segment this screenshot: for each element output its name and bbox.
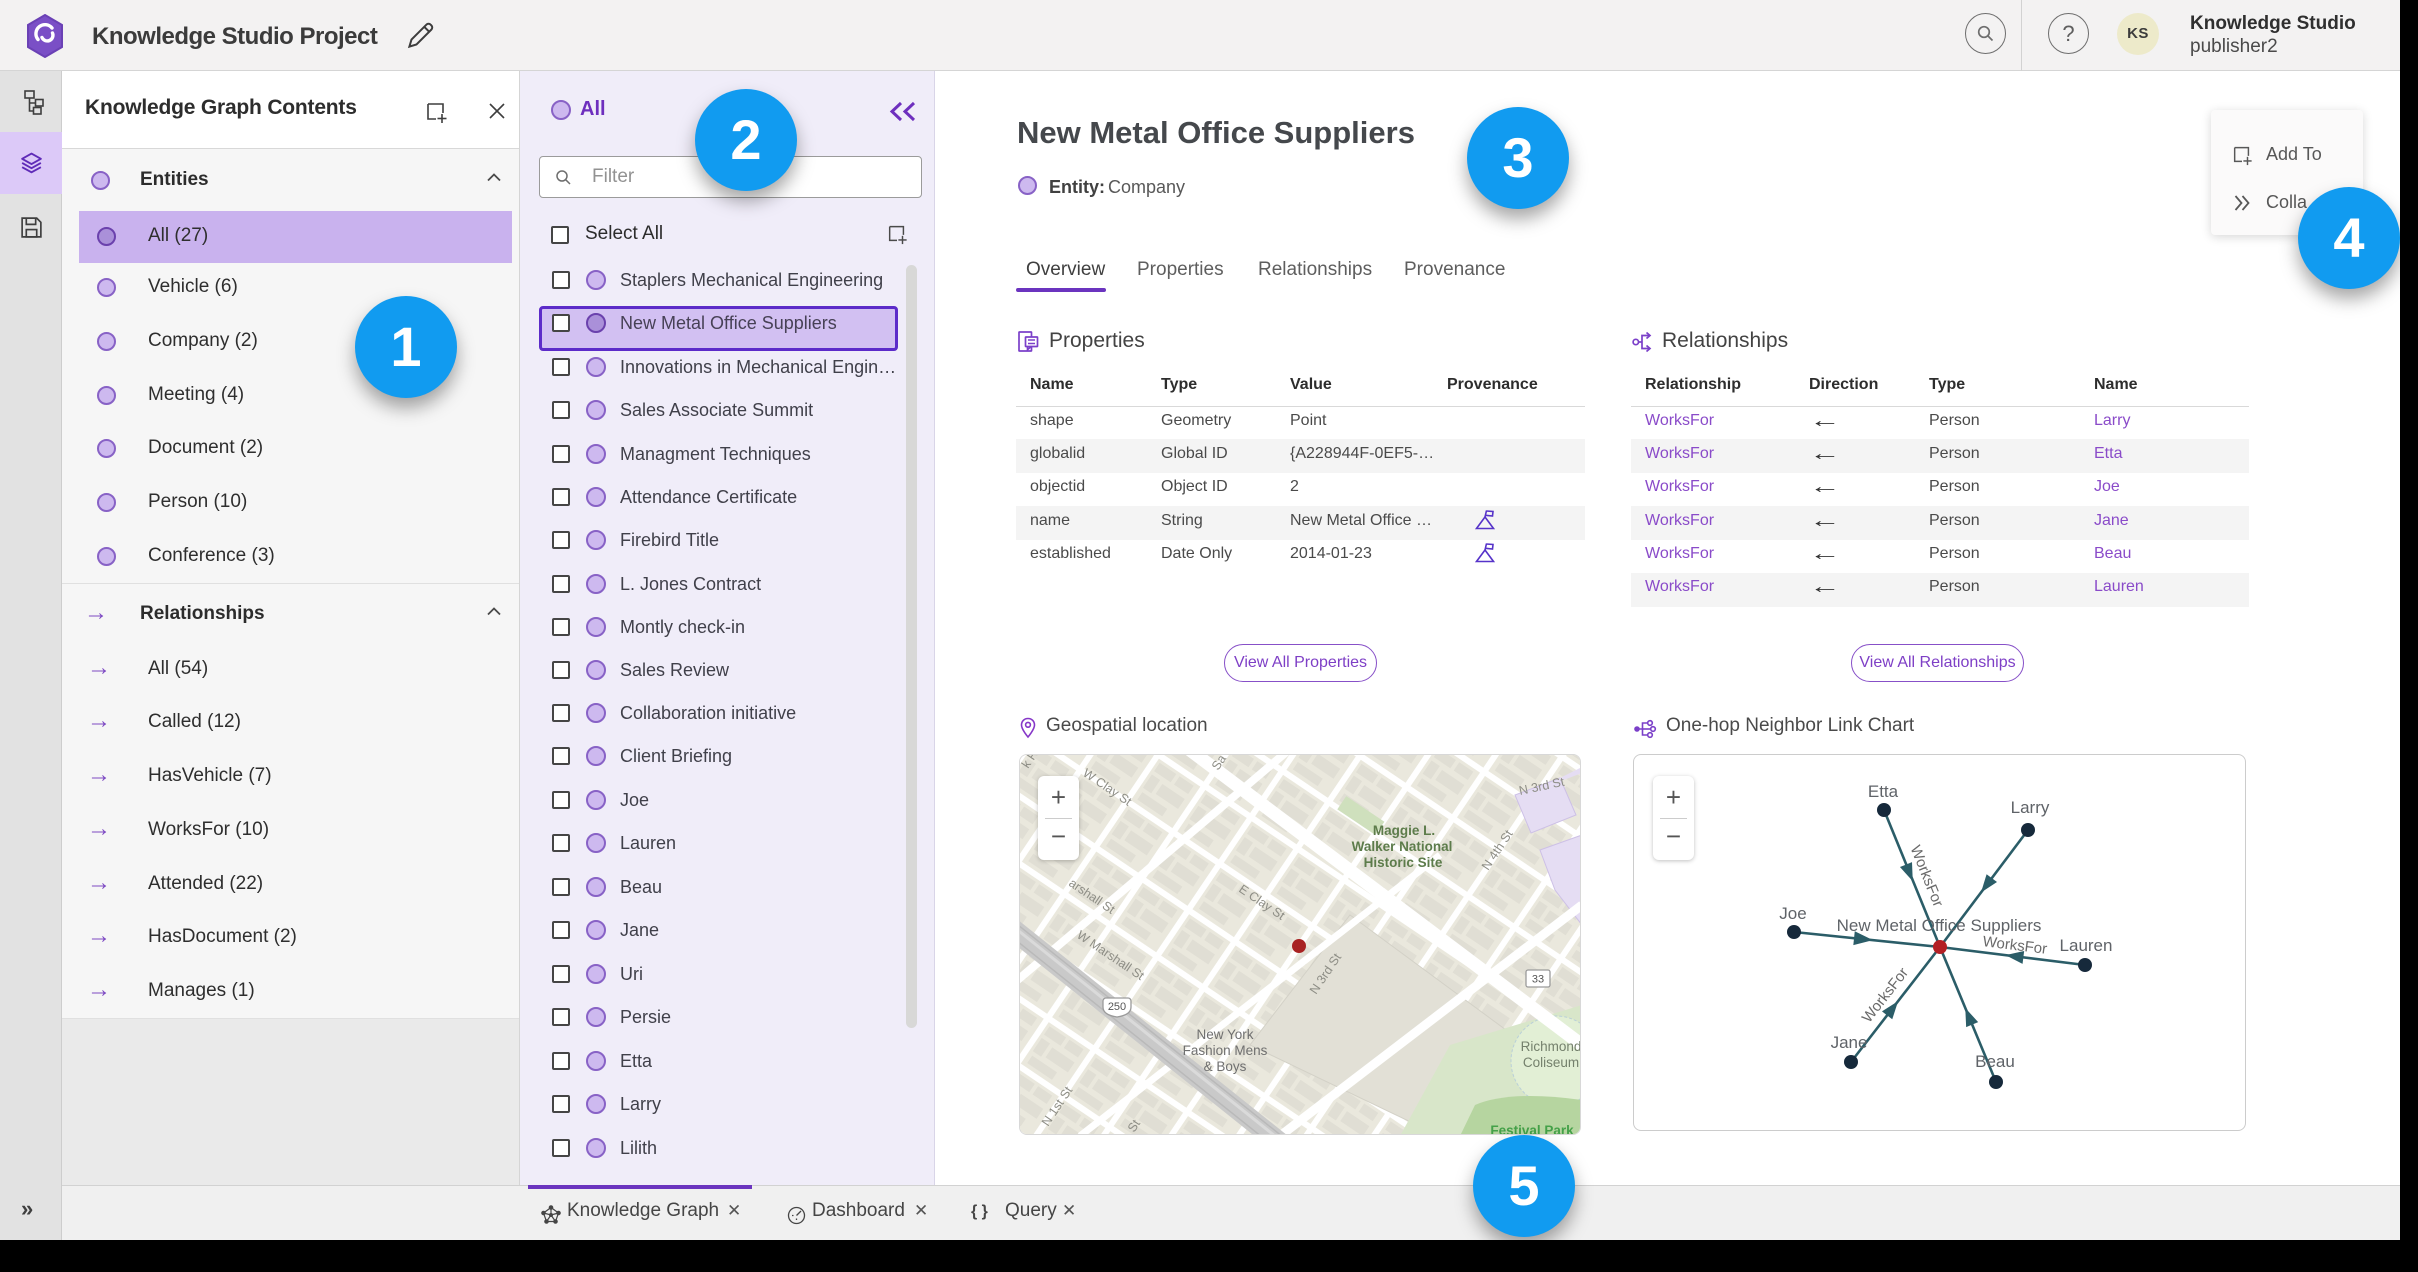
svg-text:Festival Park: Festival Park (1490, 1123, 1574, 1135)
svg-text:Fashion Mens: Fashion Mens (1183, 1043, 1268, 1058)
svg-text:Richmond: Richmond (1521, 1039, 1581, 1054)
svg-text:Jane: Jane (1831, 1033, 1868, 1052)
svg-text:Walker National: Walker National (1352, 839, 1453, 854)
svg-text:33: 33 (1532, 974, 1544, 986)
svg-text:Maggie L.: Maggie L. (1373, 823, 1435, 838)
svg-text:& Boys: & Boys (1204, 1059, 1247, 1074)
svg-text:250: 250 (1108, 1001, 1126, 1013)
svg-text:Larry: Larry (2011, 798, 2050, 817)
svg-text:Coliseum: Coliseum (1523, 1055, 1579, 1070)
svg-text:New Metal Office Suppliers: New Metal Office Suppliers (1837, 916, 2042, 935)
svg-text:Historic Site: Historic Site (1364, 855, 1443, 870)
svg-text:Lauren: Lauren (2060, 936, 2113, 955)
svg-text:Beau: Beau (1975, 1052, 2015, 1071)
svg-text:Joe: Joe (1779, 904, 1806, 923)
svg-text:Etta: Etta (1868, 782, 1899, 801)
svg-text:New York: New York (1196, 1027, 1253, 1042)
